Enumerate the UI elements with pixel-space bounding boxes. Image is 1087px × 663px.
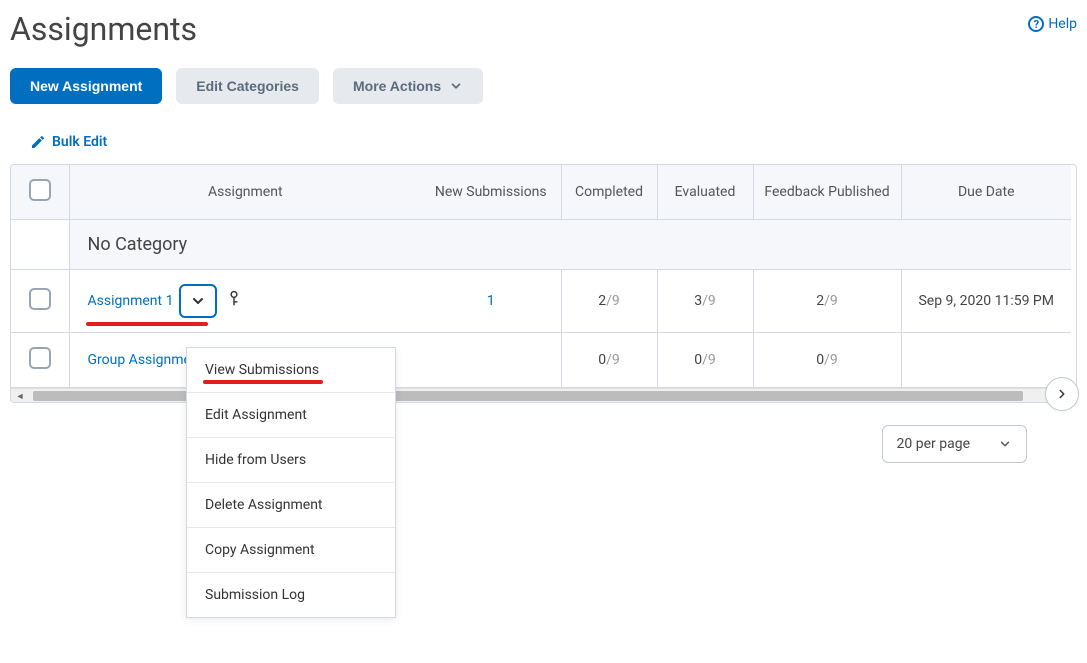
row-checkbox[interactable] — [29, 347, 51, 369]
completed-value: 2/9 — [561, 270, 657, 333]
help-label: Help — [1048, 16, 1077, 32]
new-submissions-value — [421, 333, 561, 388]
due-date-value — [901, 333, 1071, 388]
scroll-left-arrow[interactable]: ◄ — [13, 389, 27, 403]
assignments-table: Assignment New Submissions Completed Eva… — [11, 165, 1071, 388]
menu-item-submission-log[interactable]: Submission Log — [187, 573, 395, 617]
feedback-value: 2/9 — [753, 270, 901, 333]
scroll-right-button[interactable] — [1045, 377, 1079, 411]
row-context-menu-button[interactable] — [179, 284, 217, 318]
completed-value: 0/9 — [561, 333, 657, 388]
column-header-select — [11, 165, 69, 220]
select-all-checkbox[interactable] — [29, 179, 51, 201]
toolbar: New Assignment Edit Categories More Acti… — [10, 68, 1077, 104]
column-header-completed: Completed — [561, 165, 657, 220]
new-assignment-button[interactable]: New Assignment — [10, 68, 162, 104]
column-header-feedback-published: Feedback Published — [753, 165, 901, 220]
bulk-edit-label: Bulk Edit — [52, 134, 107, 150]
column-header-due-date: Due Date — [901, 165, 1071, 220]
row-checkbox[interactable] — [29, 288, 51, 310]
more-actions-button[interactable]: More Actions — [333, 68, 483, 104]
edit-categories-button[interactable]: Edit Categories — [176, 68, 319, 104]
chevron-down-icon — [998, 437, 1012, 451]
scrollbar-thumb[interactable] — [33, 391, 1023, 401]
annotation-underline — [203, 380, 323, 384]
chevron-down-icon — [449, 79, 463, 93]
column-header-evaluated: Evaluated — [657, 165, 753, 220]
bulk-edit-link[interactable]: Bulk Edit — [30, 134, 107, 150]
evaluated-value: 0/9 — [657, 333, 753, 388]
help-link[interactable]: ? Help — [1028, 16, 1077, 32]
per-page-select[interactable]: 20 per page — [882, 425, 1027, 463]
menu-item-copy-assignment[interactable]: Copy Assignment — [187, 528, 395, 573]
feedback-value: 0/9 — [753, 333, 901, 388]
menu-item-view-submissions[interactable]: View Submissions — [187, 348, 395, 393]
evaluated-value: 3/9 — [657, 270, 753, 333]
chevron-down-icon — [190, 293, 206, 309]
row-context-menu: View Submissions Edit Assignment Hide fr… — [186, 347, 396, 618]
page-title: Assignments — [10, 10, 197, 48]
column-header-new-submissions: New Submissions — [421, 165, 561, 220]
key-icon — [227, 291, 241, 311]
menu-item-edit-assignment[interactable]: Edit Assignment — [187, 393, 395, 438]
new-submissions-link[interactable]: 1 — [487, 293, 495, 309]
column-header-assignment: Assignment — [69, 165, 421, 220]
menu-item-delete-assignment[interactable]: Delete Assignment — [187, 483, 395, 528]
chevron-right-icon — [1055, 387, 1069, 401]
table-row: Group Assignment 0/9 0/9 0/9 — [11, 333, 1071, 388]
annotation-underline — [86, 322, 208, 326]
category-label: No Category — [69, 220, 1071, 270]
category-row: No Category — [11, 220, 1071, 270]
menu-item-hide-from-users[interactable]: Hide from Users — [187, 438, 395, 483]
help-icon: ? — [1028, 16, 1044, 32]
due-date-value: Sep 9, 2020 11:59 PM — [901, 270, 1071, 333]
assignment-link[interactable]: Assignment 1 — [88, 293, 174, 309]
table-row: Assignment 1 1 2/9 3/9 2/9 — [11, 270, 1071, 333]
horizontal-scrollbar[interactable]: ◄ ► — [11, 388, 1076, 402]
per-page-label: 20 per page — [897, 436, 970, 452]
more-actions-label: More Actions — [353, 78, 441, 94]
pencil-icon — [30, 134, 46, 150]
